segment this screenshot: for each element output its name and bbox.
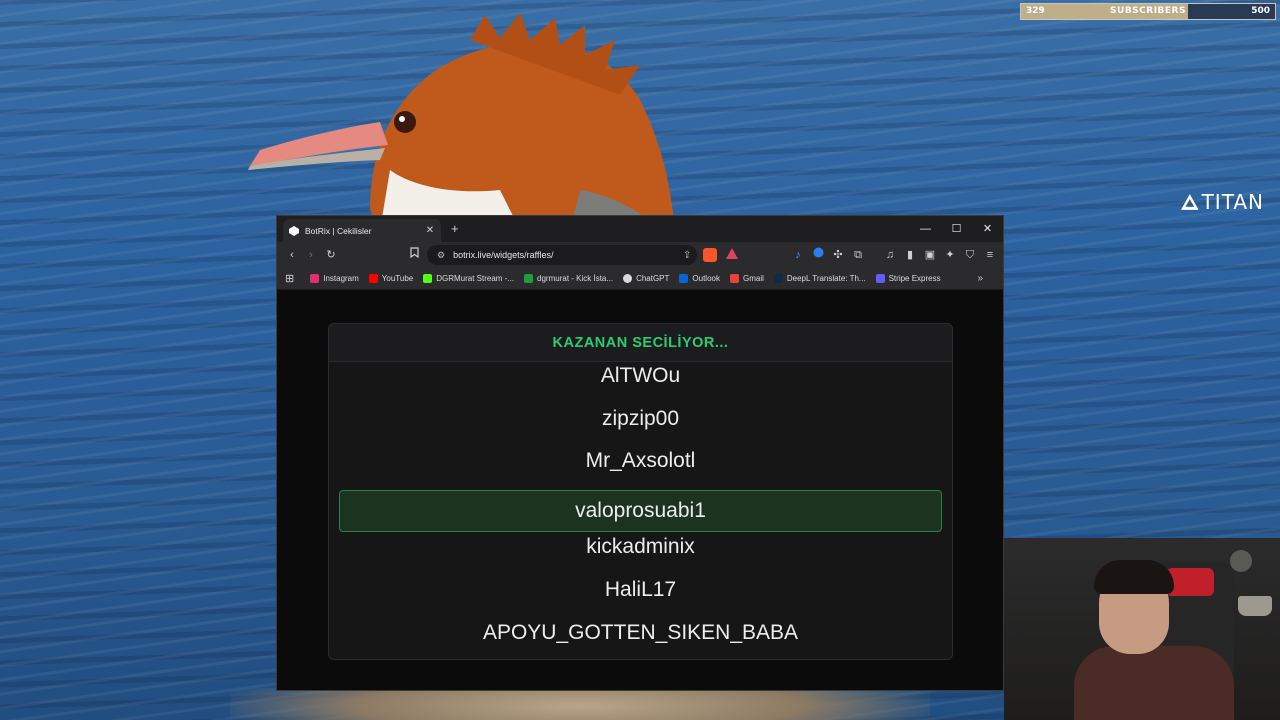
bookmarks-bar: ⊞ Instagram YouTube DGRMurat Stream -...… [277,268,1003,290]
subscriber-goal-count: 500 [1251,6,1270,16]
reload-icon[interactable]: ↻ [322,246,340,264]
bookmark-instagram[interactable]: Instagram [310,274,359,283]
participant-name: APOYU_GOTTEN_SIKEN_BABA [482,621,799,644]
sidebar-icon[interactable]: ▮ [901,246,919,264]
titan-emblem-icon [1180,194,1199,210]
screenshot-icon[interactable]: ⧉ [849,246,867,264]
raffle-panel: KAZANAN SECİLİYOR... AlTWOu zipzip00 Mr_… [328,323,953,660]
titan-wordmark: TITAN [1201,190,1264,214]
streamer-hair [1094,560,1174,594]
page-content: KAZANAN SECİLİYOR... AlTWOu zipzip00 Mr_… [277,291,1003,690]
stripe-icon [875,274,885,283]
window-controls: — ☐ ✕ [910,216,1003,242]
vpn-shield-icon[interactable]: ⛉ [961,246,979,264]
tab-title: BotRix | Cekilisler [305,225,372,236]
site-settings-icon[interactable]: ⚙ [437,250,445,261]
bookmark-kick-stats[interactable]: dgrmurat - Kick İsta... [524,274,613,283]
bookmark-outlook[interactable]: Outlook [679,274,720,283]
more-bookmarks-icon[interactable]: » [977,273,983,284]
leo-ai-icon[interactable]: ✦ [941,246,959,264]
participant-name: Mr_Axsolotl [585,449,696,472]
titan-logo: TITAN [1180,190,1264,214]
subscriber-goal-bar: 329 SUBSCRIBERS 500 [1020,3,1276,20]
streamer-body [1074,646,1234,720]
bookmark-stripe-express[interactable]: Stripe Express [875,274,941,283]
browser-window: BotRix | Cekilisler ✕ + — ☐ ✕ ‹ › ↻ ⚙ bo… [276,215,1004,691]
wall-decoration [1230,550,1252,572]
participant-name: zipzip00 [601,407,680,430]
maximize-button[interactable]: ☐ [941,216,972,242]
webcam-overlay [1004,538,1280,720]
participant-name: kickadminix [586,535,695,558]
address-bar[interactable]: ⚙ botrix.live/widgets/raffles/ ⇪ [427,245,697,265]
raffle-status-text: KAZANAN SECİLİYOR... [552,334,729,351]
bookmark-deepl[interactable]: DeepL Translate: Th... [773,274,866,283]
browser-toolbar: ‹ › ↻ ⚙ botrix.live/widgets/raffles/ ⇪ ♪… [277,242,1003,268]
merganser-bird-image [248,13,675,230]
extension-blue-icon[interactable] [809,246,827,264]
close-window-button[interactable]: ✕ [972,216,1003,242]
minimize-button[interactable]: — [910,216,941,242]
speaker-icon[interactable]: ♪ [789,246,807,264]
deepl-icon [773,274,783,283]
rocks-foreground [230,688,930,720]
kick-icon [423,274,433,283]
forward-icon[interactable]: › [302,246,320,264]
wallet-icon[interactable]: ▣ [921,246,939,264]
chatgpt-icon [623,274,633,283]
brave-shields-icon[interactable] [703,248,717,262]
bookmark-chatgpt[interactable]: ChatGPT [623,274,669,283]
brave-rewards-icon[interactable] [726,248,738,259]
menu-icon[interactable]: ≡ [981,246,999,264]
kick-stats-icon [524,274,534,283]
gmail-icon [729,274,739,283]
media-icon[interactable]: ♫ [881,246,899,264]
new-tab-button[interactable]: + [451,221,459,236]
bookmark-gmail[interactable]: Gmail [729,274,764,283]
participant-name: AlTWOu [600,364,681,387]
share-icon[interactable]: ⇪ [683,250,697,261]
outlook-icon [679,274,689,283]
subscriber-label: SUBSCRIBERS [1110,6,1186,16]
participant-name: HaliL17 [604,578,677,601]
tab-strip: BotRix | Cekilisler ✕ + — ☐ ✕ [277,216,1003,242]
botrix-icon [289,225,299,236]
tab-close-icon[interactable]: ✕ [425,225,435,236]
instagram-icon [310,274,320,283]
youtube-icon [368,274,378,283]
extensions-puzzle-icon[interactable]: ✣ [829,246,847,264]
bookmark-dgrmurat-stream[interactable]: DGRMurat Stream -... [423,274,514,283]
lamp-shade [1238,596,1272,616]
back-icon[interactable]: ‹ [283,246,301,264]
bookmark-youtube[interactable]: YouTube [368,274,413,283]
apps-grid-icon[interactable]: ⊞ [285,272,294,285]
url-text: botrix.live/widgets/raffles/ [453,250,554,260]
tab-botrix[interactable]: BotRix | Cekilisler ✕ [283,219,441,242]
bookmark-icon[interactable] [405,246,423,264]
